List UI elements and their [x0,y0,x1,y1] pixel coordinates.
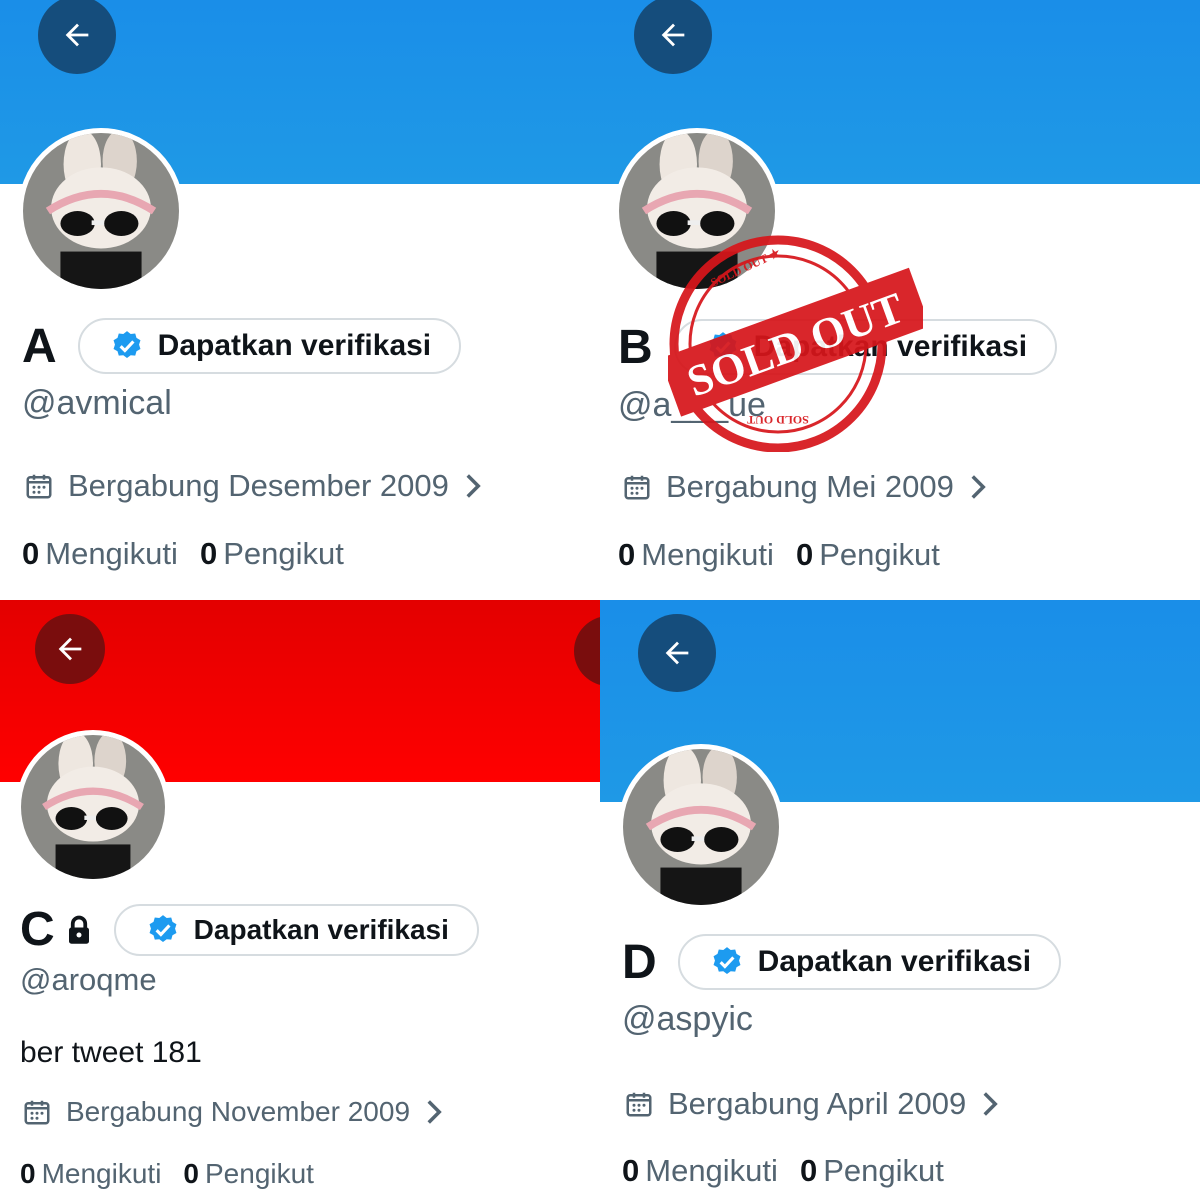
joined-date[interactable]: Bergabung April 2009 [624,1086,1000,1122]
avatar[interactable] [614,128,780,294]
followers-link[interactable]: 0 Pengikut [200,536,344,572]
name-row: C Dapatkan verifikasi [20,902,479,957]
followers-link[interactable]: 0 Pengikut [800,1153,944,1189]
bio: ber tweet 181 [20,1036,202,1069]
get-verified-label: Dapatkan verifikasi [753,330,1028,363]
get-verified-label: Dapatkan verifikasi [157,329,432,362]
avatar-image [619,133,775,289]
display-name: D [622,935,657,989]
display-name: B [618,320,653,374]
followers-count: 0 [795,537,814,572]
followers-label: Pengikut [223,536,344,571]
following-link[interactable]: 0 Mengikuti [622,1153,778,1189]
display-name: A [22,319,57,373]
name-row: D Dapatkan verifikasi [622,934,1062,990]
joined-label: Bergabung November 2009 [66,1096,411,1127]
arrow-left-icon [65,23,89,47]
follow-stats: 0 Mengikuti 0 Pengikut [622,1153,966,1189]
avatar-image [21,735,165,879]
avatar[interactable] [18,128,184,294]
chevron-right-icon [466,474,481,498]
avatar[interactable] [618,744,784,910]
calendar-icon [24,1100,50,1125]
following-label: Mengikuti [41,1158,162,1189]
avatar-image [23,133,179,289]
chevron-right-icon [983,1092,998,1116]
calendar-icon [626,1092,652,1117]
display-name: C [20,903,55,956]
handle: @avmical [22,384,172,422]
follow-stats: 0 Mengikuti 0 Pengikut [20,1158,336,1190]
followers-label: Pengikut [819,537,940,572]
chevron-right-icon [971,475,986,499]
follow-stats: 0 Mengikuti 0 Pengikut [22,536,366,572]
joined-date[interactable]: Bergabung Desember 2009 [24,468,483,504]
following-count: 0 [20,1158,36,1189]
followers-count: 0 [199,536,218,571]
following-link[interactable]: 0 Mengikuti [618,537,774,573]
followers-link[interactable]: 0 Pengikut [796,537,940,573]
following-count: 0 [22,536,40,571]
following-link[interactable]: 0 Mengikuti [20,1158,161,1190]
joined-date[interactable]: Bergabung Mei 2009 [622,469,988,505]
get-verified-button[interactable]: Dapatkan verifikasi [677,934,1062,990]
verified-badge-icon [709,332,737,360]
arrow-left-icon [661,23,685,47]
joined-label: Bergabung Desember 2009 [68,468,449,503]
get-verified-label: Dapatkan verifikasi [757,945,1032,978]
handle: @aroqme [20,962,157,997]
following-count: 0 [618,537,636,572]
get-verified-button[interactable]: Dapatkan verifikasi [77,318,462,374]
follow-stats: 0 Mengikuti 0 Pengikut [618,537,962,573]
joined-label: Bergabung Mei 2009 [666,469,954,504]
arrow-left-icon [665,641,689,665]
arrow-left-icon [58,637,82,661]
avatar[interactable] [16,730,170,884]
handle: @aspyic [622,1000,753,1038]
profile-panel-a: A Dapatkan verifikasi @avmical Bergabung… [0,0,600,600]
following-label: Mengikuti [641,537,774,572]
profile-panel-c: C Dapatkan verifikasi @aroqme ber tweet … [0,600,600,1200]
followers-count: 0 [183,1158,199,1189]
followers-label: Pengikut [205,1158,314,1189]
get-verified-button[interactable]: Dapatkan verifikasi [113,903,479,956]
lock-icon [68,915,89,944]
followers-count: 0 [799,1153,818,1188]
name-row: A Dapatkan verifikasi [22,318,462,374]
name-row: B Dapatkan verifikasi [618,319,1058,375]
calendar-icon [624,475,650,500]
joined-date[interactable]: Bergabung November 2009 [22,1096,444,1128]
following-label: Mengikuti [645,1153,778,1188]
verified-badge-icon [713,947,741,975]
back-button[interactable] [638,614,716,692]
followers-label: Pengikut [823,1153,944,1188]
joined-label: Bergabung April 2009 [668,1086,967,1121]
avatar-image [623,749,779,905]
verified-badge-icon [149,914,177,942]
back-button[interactable] [35,614,105,684]
following-count: 0 [622,1153,640,1188]
get-verified-label: Dapatkan verifikasi [193,913,449,945]
verified-badge-icon [113,331,141,359]
profile-panel-d: D Dapatkan verifikasi @aspyic Bergabung … [600,600,1200,1200]
chevron-right-icon [427,1100,442,1124]
followers-link[interactable]: 0 Pengikut [183,1158,314,1190]
profile-panel-b: B Dapatkan verifikasi @a___ue Bergabung … [600,0,1200,600]
calendar-icon [26,474,52,499]
following-label: Mengikuti [45,536,178,571]
get-verified-button[interactable]: Dapatkan verifikasi [673,319,1058,375]
following-link[interactable]: 0 Mengikuti [22,536,178,572]
handle: @a___ue [618,386,766,424]
